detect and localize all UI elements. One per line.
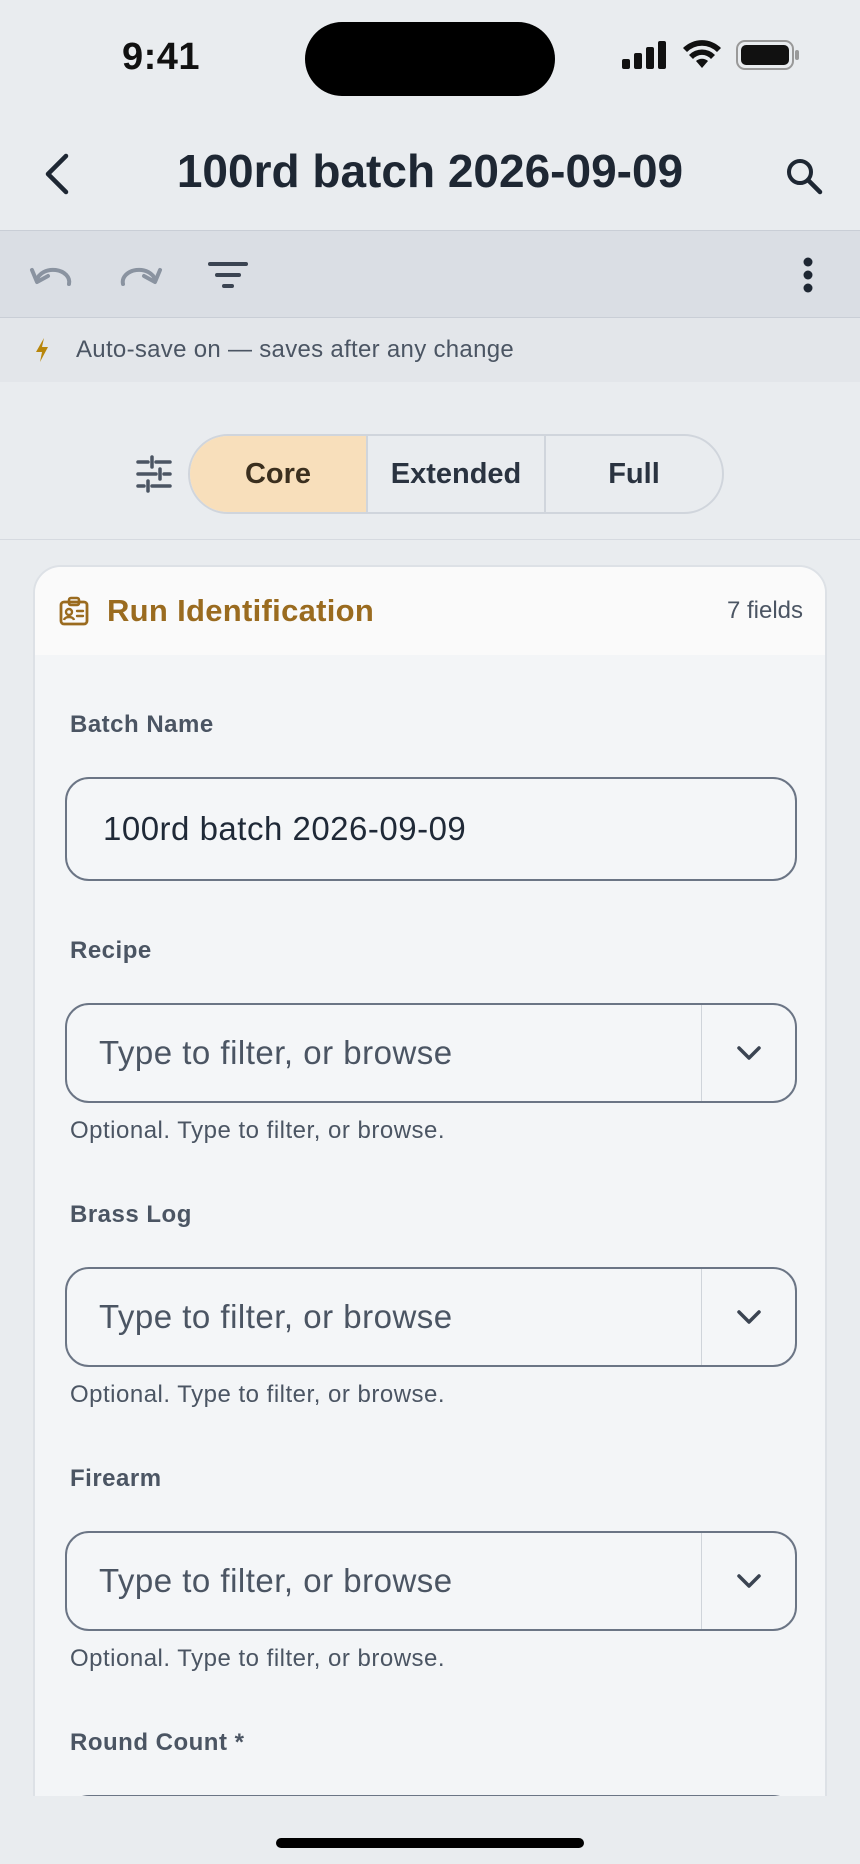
firearm-input[interactable]: Type to filter, or browse	[67, 1533, 701, 1629]
recipe-input[interactable]: Type to filter, or browse	[67, 1005, 701, 1101]
brass-log-input[interactable]: Type to filter, or browse	[67, 1269, 701, 1365]
filter-icon	[208, 262, 248, 288]
firearm-dropdown-toggle[interactable]	[701, 1533, 795, 1629]
batch-name-input[interactable]: 100rd batch 2026-09-09	[65, 777, 797, 881]
undo-button[interactable]	[24, 247, 80, 303]
status-icons	[622, 40, 800, 70]
field-count: 7 fields	[726, 597, 803, 624]
id-badge-icon	[59, 595, 91, 627]
dynamic-island	[305, 22, 555, 96]
round-count-label: Round Count *	[70, 1729, 245, 1756]
card-header[interactable]: Run Identification 7 fields	[35, 567, 825, 655]
more-vertical-icon	[803, 257, 813, 293]
firearm-helper-text: Optional. Type to filter, or browse.	[70, 1645, 446, 1672]
signal-icon	[622, 41, 666, 69]
status-time: 9:41	[122, 36, 201, 78]
recipe-label: Recipe	[70, 937, 152, 964]
run-identification-card: Run Identification 7 fields Batch Name 1…	[33, 565, 827, 1864]
home-indicator[interactable]	[276, 1838, 584, 1848]
status-bar: 9:41	[0, 0, 860, 118]
recipe-combobox: Type to filter, or browse	[65, 1003, 797, 1103]
bottom-safe-area	[0, 1796, 860, 1864]
firearm-label: Firearm	[70, 1465, 162, 1492]
autosave-text: Auto-save on — saves after any change	[76, 336, 515, 363]
brass-log-dropdown-toggle[interactable]	[701, 1269, 795, 1365]
back-arrow-icon	[45, 153, 69, 195]
battery-icon	[736, 40, 799, 70]
segment-full[interactable]: Full	[546, 436, 722, 512]
filter-button[interactable]	[200, 247, 256, 303]
recipe-dropdown-toggle[interactable]	[701, 1005, 795, 1101]
bolt-icon	[34, 335, 58, 365]
app-header: 100rd batch 2026-09-09	[0, 118, 860, 230]
back-button[interactable]	[30, 146, 86, 202]
firearm-combobox: Type to filter, or browse	[65, 1531, 797, 1631]
card-title: Run Identification	[107, 593, 375, 628]
search-icon	[787, 159, 823, 195]
redo-button[interactable]	[112, 247, 168, 303]
view-mode-segmented-control: Core Extended Full	[188, 434, 724, 514]
tune-icon	[136, 455, 172, 493]
brass-log-helper-text: Optional. Type to filter, or browse.	[70, 1381, 446, 1408]
brass-log-label: Brass Log	[70, 1201, 192, 1228]
page-title: 100rd batch 2026-09-09	[176, 145, 684, 197]
wifi-icon	[683, 40, 721, 68]
view-mode-area: Core Extended Full	[0, 382, 860, 540]
toolbar	[0, 230, 860, 318]
segment-extended[interactable]: Extended	[368, 436, 546, 512]
batch-name-label: Batch Name	[70, 711, 214, 738]
segment-core[interactable]: Core	[190, 436, 368, 512]
search-button[interactable]	[774, 146, 834, 206]
undo-icon	[30, 267, 72, 286]
recipe-helper-text: Optional. Type to filter, or browse.	[70, 1117, 446, 1144]
chevron-down-icon	[736, 1310, 761, 1324]
chevron-down-icon	[736, 1046, 761, 1060]
brass-log-combobox: Type to filter, or browse	[65, 1267, 797, 1367]
autosave-banner: Auto-save on — saves after any change	[0, 318, 860, 382]
chevron-down-icon	[736, 1574, 761, 1588]
redo-icon	[120, 267, 162, 286]
screen: 9:41 100rd batch 2026-09-09 Auto-save on…	[0, 0, 860, 1864]
more-options-button[interactable]	[780, 247, 836, 303]
